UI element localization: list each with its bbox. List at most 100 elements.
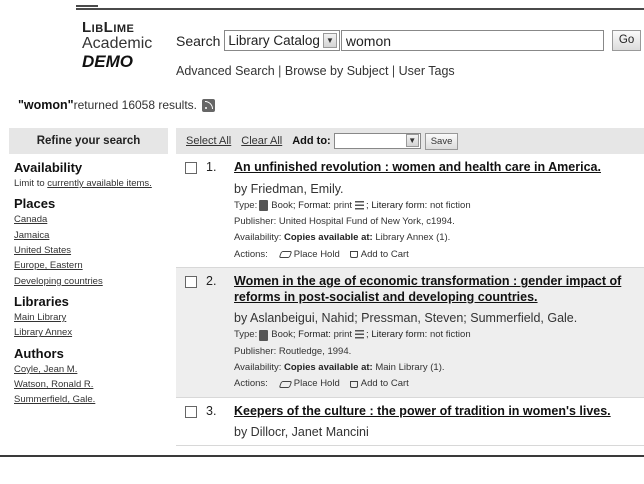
type-label: Type: — [234, 329, 258, 341]
format-value: print — [333, 199, 353, 211]
result-number: 1. — [206, 160, 217, 174]
facet-place-europe-eastern[interactable]: Europe, Eastern — [14, 260, 168, 272]
cart-icon[interactable] — [349, 380, 358, 388]
authors-heading: Authors — [14, 345, 64, 361]
result-title-link[interactable]: Women in the age of economic transformat… — [234, 274, 644, 305]
result-publisher: Publisher: Routledge, 1994. — [234, 346, 644, 358]
facet-author-coyle[interactable]: Coyle, Jean M. — [14, 364, 168, 376]
result-title-link[interactable]: An unfinished revolution : women and hea… — [234, 160, 644, 176]
user-tags-link[interactable]: User Tags — [399, 64, 455, 78]
actions-label: Actions: — [234, 378, 268, 390]
add-to-list-select[interactable]: ▼ — [333, 133, 421, 149]
place-hold-link[interactable]: Place Hold — [294, 378, 340, 390]
browse-by-subject-link[interactable]: Browse by Subject — [285, 64, 389, 78]
facet-author-summerfield[interactable]: Summerfield, Gale. — [14, 394, 168, 406]
currently-available-link[interactable]: currently available items. — [47, 178, 152, 189]
add-to-label: Add to: — [292, 135, 331, 147]
header-rule-tick — [76, 5, 98, 7]
rss-feed-icon[interactable] — [202, 98, 216, 112]
facet-place-jamaica[interactable]: Jamaica — [14, 230, 168, 242]
copies-available-label: Copies available at: — [284, 361, 373, 373]
places-heading: Places — [14, 196, 56, 212]
add-to-cart-link[interactable]: Add to Cart — [361, 249, 409, 261]
result-availability: Availability: Copies available at: Main … — [234, 362, 644, 374]
result-actions: Actions: Place Hold Add to Cart — [234, 378, 644, 390]
result-publisher: Publisher: United Hospital Fund of New Y… — [234, 216, 644, 228]
result-actions: Actions: Place Hold Add to Cart — [234, 249, 644, 261]
logo-line-3: DEMO — [82, 52, 133, 71]
place-hold-link[interactable]: Place Hold — [294, 249, 340, 261]
publisher-label: Publisher: — [234, 345, 277, 357]
search-scope-select[interactable]: Library Catalog ▼ — [224, 30, 340, 51]
search-bar: Search Library Catalog ▼ Go — [176, 30, 642, 51]
result-item: 1. An unfinished revolution : women and … — [176, 154, 644, 268]
result-author: by Aslanbeigui, Nahid; Pressman, Steven;… — [234, 311, 578, 326]
result-number: 2. — [206, 274, 217, 288]
publisher-value: United Hospital Fund of New York, c1994. — [278, 215, 455, 227]
availability-label: Availability: — [234, 361, 282, 373]
sidebar-header: Refine your search — [9, 128, 168, 154]
header-top-rule — [76, 5, 644, 10]
actions-label: Actions: — [234, 248, 268, 260]
facet-place-canada[interactable]: Canada — [14, 214, 168, 226]
refine-sidebar: Refine your search Availability Limit to… — [9, 128, 168, 455]
chevron-down-icon[interactable]: ▼ — [322, 33, 337, 48]
result-checkbox[interactable] — [185, 276, 197, 288]
advanced-search-link[interactable]: Advanced Search — [176, 64, 275, 78]
result-title-link[interactable]: Keepers of the culture : the power of tr… — [234, 404, 644, 420]
facet-library-annex[interactable]: Library Annex — [14, 327, 168, 339]
copies-available-label: Copies available at: — [284, 232, 373, 244]
clear-all-link[interactable]: Clear All — [241, 135, 282, 147]
result-type-line: Type: Book; Format: print ; Literary form… — [234, 329, 644, 341]
footer-rule — [0, 455, 644, 457]
result-author: by Friedman, Emily. — [234, 181, 344, 196]
availability-limit-text: Limit to currently available items. — [14, 178, 168, 190]
result-item: 3. Keepers of the culture : the power of… — [176, 398, 644, 447]
literary-form-value: not fiction — [429, 199, 471, 211]
publisher-value: Routledge, 1994. — [278, 345, 352, 357]
search-scope-value: Library Catalog — [228, 33, 320, 48]
format-label: ; Format: — [292, 199, 331, 211]
book-icon — [259, 200, 269, 212]
result-checkbox[interactable] — [185, 162, 197, 174]
add-to-cart-link[interactable]: Add to Cart — [361, 378, 409, 390]
chevron-down-icon[interactable]: ▼ — [405, 134, 419, 147]
liblime-logo[interactable]: LibLime Academic DEMO — [82, 20, 172, 70]
availability-value: Main Library (1). — [375, 361, 445, 373]
results-summary: "womon" returned 16058 results. — [18, 98, 216, 112]
availability-value: Library Annex (1). — [375, 232, 451, 244]
search-input[interactable] — [340, 30, 604, 51]
results-query: "womon" — [18, 98, 74, 112]
place-hold-icon[interactable] — [278, 251, 293, 259]
publisher-label: Publisher: — [234, 215, 277, 227]
list-icon — [355, 200, 365, 211]
facet-author-watson[interactable]: Watson, Ronald R. — [14, 379, 168, 391]
format-value: print — [333, 329, 353, 341]
availability-label: Availability: — [234, 232, 282, 244]
literary-form-value: not fiction — [429, 329, 471, 341]
result-item: 2. Women in the age of economic transfor… — [176, 268, 644, 398]
result-author: by Dillocr, Janet Mancini — [234, 425, 369, 440]
literary-form-label: ; Literary form: — [366, 329, 428, 341]
cart-icon[interactable] — [349, 251, 358, 259]
libraries-heading: Libraries — [14, 294, 69, 310]
results-count-text: returned 16058 results. — [73, 98, 198, 112]
save-button[interactable]: Save — [424, 132, 459, 150]
place-hold-icon[interactable] — [278, 380, 293, 388]
logo-line-2: Academic — [82, 35, 153, 52]
result-checkbox[interactable] — [185, 405, 197, 418]
logo-line-1: LibLime — [82, 19, 135, 36]
result-number: 3. — [206, 403, 217, 418]
type-value: Book — [271, 329, 293, 341]
nav-separator: | — [274, 64, 285, 78]
facet-place-developing-countries[interactable]: Developing countries — [14, 276, 168, 288]
availability-prefix: Limit to — [14, 178, 48, 189]
select-all-link[interactable]: Select All — [186, 135, 231, 147]
facet-place-united-states[interactable]: United States — [14, 245, 168, 257]
format-label: ; Format: — [292, 329, 331, 341]
go-button[interactable]: Go — [611, 30, 642, 51]
availability-heading: Availability — [14, 160, 83, 175]
facet-library-main[interactable]: Main Library — [14, 312, 168, 324]
book-icon — [259, 329, 269, 341]
result-availability: Availability: Copies available at: Libra… — [234, 232, 644, 244]
